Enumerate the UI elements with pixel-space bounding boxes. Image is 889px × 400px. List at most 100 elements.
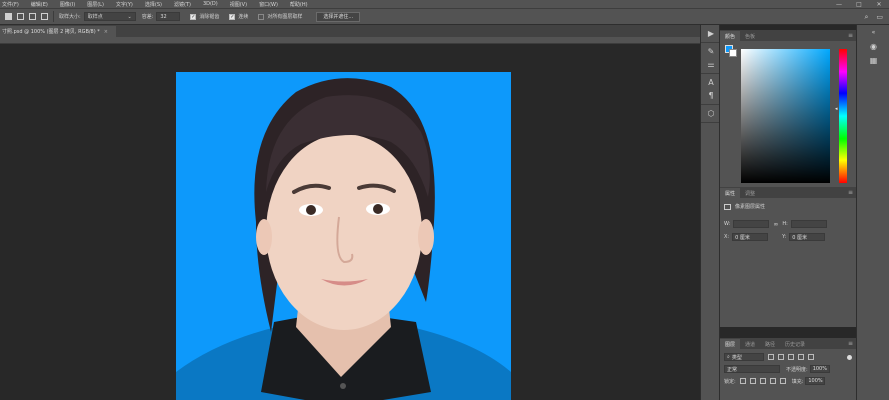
lock-artboard-icon[interactable] <box>769 378 776 384</box>
search-icon[interactable]: ⌕ <box>864 13 868 22</box>
chevron-down-icon: ⌄ <box>127 13 132 20</box>
anti-alias-label: 消除锯齿 <box>199 14 220 20</box>
panel-menu-icon[interactable]: ≡ <box>848 189 853 196</box>
width-field[interactable] <box>733 220 770 228</box>
filter-adjustment-icon[interactable] <box>778 354 784 360</box>
opacity-input[interactable]: 100% <box>809 365 830 373</box>
add-to-selection-icon[interactable] <box>17 13 24 20</box>
y-field[interactable]: 0 厘米 <box>789 233 826 241</box>
select-and-mask-button[interactable]: 选择并遮住... <box>316 11 361 22</box>
tab-properties[interactable]: 属性 <box>720 188 741 198</box>
sample-all-layers-checkbox[interactable] <box>258 13 265 20</box>
menu-view[interactable]: 视图(V) <box>230 1 247 8</box>
tools-group-2: A ¶ <box>701 74 719 105</box>
properties-panel-tabs: 属性 调整 ≡ <box>720 187 856 198</box>
height-field[interactable] <box>790 220 827 228</box>
tab-channels[interactable]: 通道 <box>740 339 760 349</box>
tab-swatches[interactable]: 色板 <box>740 31 760 41</box>
minimize-button[interactable]: — <box>829 0 849 8</box>
lock-image-icon[interactable] <box>749 378 756 384</box>
color-panel: 颜色 色板 ≡ ◂ <box>720 30 856 188</box>
x-label: X: <box>724 234 730 240</box>
workspace-icon[interactable]: ▭ <box>876 13 883 22</box>
close-tab-icon[interactable]: × <box>104 29 108 35</box>
search-icon: ⌕ <box>727 354 730 360</box>
tab-layers[interactable]: 图层 <box>720 339 741 349</box>
id-photo-canvas[interactable] <box>176 72 511 400</box>
collapse-panels-icon[interactable]: « <box>857 25 889 39</box>
sample-all-layers-label: 对所有图层取样 <box>267 14 303 20</box>
play-icon[interactable]: ▶ <box>701 27 721 40</box>
properties-title: 像素图层属性 <box>735 204 766 210</box>
libraries-icon[interactable]: ▦ <box>857 53 889 67</box>
menu-3d[interactable]: 3D(D) <box>203 1 218 7</box>
hue-marker-icon[interactable]: ◂ <box>835 106 838 112</box>
filter-toggle-icon[interactable] <box>847 354 852 360</box>
filter-shape-icon[interactable] <box>798 354 804 360</box>
layers-panel: 图层 通道 路径 历史记录 ≡ ⌕ 类型 正常 不透明度: 100% 锁定: 填… <box>720 338 856 400</box>
fill-input[interactable]: 100% <box>805 377 826 385</box>
close-window-button[interactable]: ✕ <box>869 0 889 8</box>
menu-edit[interactable]: 编辑(E) <box>31 1 48 8</box>
sample-size-select[interactable]: 取样点 ⌄ <box>83 12 136 21</box>
filter-pixel-icon[interactable] <box>768 354 774 360</box>
3d-cube-icon[interactable]: ⬡ <box>701 107 721 120</box>
menu-layer[interactable]: 图层(L) <box>87 1 104 8</box>
opacity-label: 不透明度: <box>786 366 808 373</box>
menu-select[interactable]: 选择(S) <box>145 1 162 8</box>
blend-mode-select[interactable]: 正常 <box>724 365 780 373</box>
horizontal-ruler[interactable] <box>0 37 700 44</box>
learn-icon[interactable]: ◉ <box>857 39 889 53</box>
paragraph-icon[interactable]: ¶ <box>701 89 721 102</box>
maximize-button[interactable]: □ <box>849 0 869 8</box>
intersect-selection-icon[interactable] <box>41 13 48 20</box>
canvas-area[interactable] <box>0 44 700 400</box>
new-selection-icon[interactable] <box>5 13 12 20</box>
subtract-from-selection-icon[interactable] <box>29 13 36 20</box>
window-controls: — □ ✕ <box>829 0 889 8</box>
width-label: W: <box>724 221 731 227</box>
lock-position-icon[interactable] <box>759 378 766 384</box>
tab-adjustments[interactable]: 调整 <box>740 188 760 198</box>
document-tab-bar: 寸照.psd @ 100% (图层 2 拷贝, RGB/8) * × <box>0 25 700 37</box>
menu-bar: 文件(F) 编辑(E) 图像(I) 图层(L) 文字(Y) 选择(S) 滤镜(T… <box>0 0 889 8</box>
document-tab-title: 寸照.psd @ 100% (图层 2 拷贝, RGB/8) * <box>2 29 100 35</box>
menu-file[interactable]: 文件(F) <box>2 1 19 8</box>
document-tab[interactable]: 寸照.psd @ 100% (图层 2 拷贝, RGB/8) * × <box>0 26 116 37</box>
tab-color[interactable]: 颜色 <box>720 31 741 41</box>
x-field[interactable]: 0 厘米 <box>732 233 769 241</box>
panels-dock: 颜色 色板 ≡ ◂ 属性 调整 ≡ 像素图层属性 W: ∞ H: X: 0 厘米… <box>720 25 856 400</box>
panel-menu-icon[interactable]: ≡ <box>848 32 853 39</box>
character-icon[interactable]: A <box>701 76 721 89</box>
height-label: H: <box>782 221 788 227</box>
filter-smart-icon[interactable] <box>808 354 814 360</box>
filter-type-icon[interactable] <box>788 354 794 360</box>
background-color-swatch[interactable] <box>729 49 737 57</box>
lock-all-icon[interactable] <box>779 378 786 384</box>
lock-transparent-icon[interactable] <box>739 378 746 384</box>
blend-row: 正常 不透明度: 100% <box>724 364 852 374</box>
menu-image[interactable]: 图像(I) <box>60 1 75 8</box>
menu-window[interactable]: 窗口(W) <box>259 1 278 8</box>
tolerance-label: 容差: <box>141 14 154 20</box>
contiguous-checkbox[interactable]: ✓ <box>229 13 236 20</box>
tab-history[interactable]: 历史记录 <box>780 339 810 349</box>
brush-settings-icon[interactable]: ✎ <box>701 45 721 58</box>
tolerance-input[interactable]: 32 <box>156 12 181 21</box>
adjust-sliders-icon[interactable]: ⚌ <box>701 58 721 71</box>
tab-paths[interactable]: 路径 <box>760 339 780 349</box>
position-row: X: 0 厘米 Y: 0 厘米 <box>724 233 826 241</box>
menu-filter[interactable]: 滤镜(T) <box>174 1 191 8</box>
layer-filter-row: ⌕ 类型 <box>724 352 852 362</box>
fill-label: 填充: <box>791 378 804 385</box>
hue-slider[interactable] <box>839 49 847 183</box>
menu-help[interactable]: 帮助(H) <box>290 1 308 8</box>
options-divider <box>53 11 54 22</box>
layer-filter-select[interactable]: ⌕ 类型 <box>724 353 764 361</box>
menu-type[interactable]: 文字(Y) <box>116 1 133 8</box>
link-icon[interactable]: ∞ <box>773 221 778 228</box>
tools-group-1: ✎ ⚌ <box>701 43 719 74</box>
panel-menu-icon[interactable]: ≡ <box>848 340 853 347</box>
color-picker-field[interactable] <box>741 49 830 183</box>
anti-alias-checkbox[interactable]: ✓ <box>190 13 197 20</box>
